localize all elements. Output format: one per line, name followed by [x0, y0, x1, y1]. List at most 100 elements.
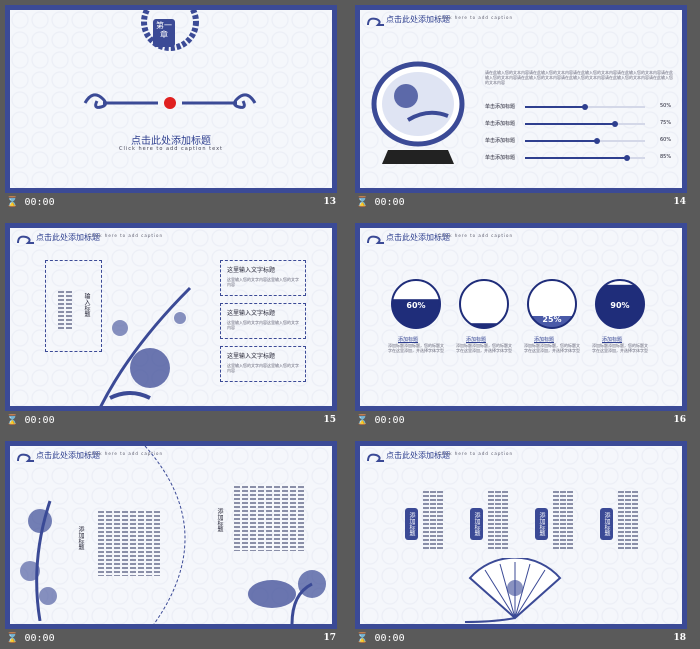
slide-thumbnail-18[interactable]: 点击此处添加标题 Click here to add caption 添加标题 添加… [350, 436, 692, 648]
slide-footer: ⌛ 00:00 13 [0, 195, 342, 212]
slide-thumbnail-14[interactable]: 点击此处添加标题 Click here to add caption 请在此输入您… [350, 0, 692, 212]
vertical-tag: 添加标题 [600, 508, 613, 540]
percentage-circle: 25% [527, 279, 577, 329]
slide-number: 17 [323, 633, 336, 643]
cloud-icon [367, 453, 384, 462]
transition-time: ⌛ 00:00 [356, 415, 405, 426]
slide-frame: 点击此处添加标题 Click here to add caption 添加标题 添… [5, 441, 337, 629]
cloud-icon [367, 235, 384, 244]
circle-text: 添加标题添加标题，您的标题文字在这里添加，并选择字体字型 [592, 343, 648, 353]
percentage-circle: 60% [391, 279, 441, 329]
dashed-text-box: 这里输入文字标题这里输入您的文字内容这里输入您的文字内容 [220, 346, 306, 382]
progress-fill [525, 140, 597, 142]
lotus-icon [248, 570, 326, 624]
slide-number: 15 [323, 415, 336, 425]
progress-label: 单击添加标题 [485, 138, 516, 144]
box-text: 这里输入您的文字内容这里输入您的文字内容 [227, 320, 299, 330]
progress-label: 单击添加标题 [485, 155, 516, 161]
transition-time: ⌛ 00:00 [6, 415, 55, 426]
circle-text: 添加标题添加标题，您的标题文字在这里添加，并选择字体字型 [456, 343, 512, 353]
circle-label: 添加标题 [534, 337, 555, 343]
slide-thumbnail-15[interactable]: 点击此处添加标题 Click here to add caption 输入标题 这… [0, 218, 342, 430]
text-column [625, 491, 631, 551]
text-column [567, 491, 573, 551]
slide-thumbnail-13[interactable]: 第一章 点击此处添加标题 Click here to add caption t… [0, 0, 342, 212]
box-title: 这里输入文字标题 [227, 353, 276, 360]
progress-track [525, 121, 645, 127]
text-column [632, 491, 638, 551]
circle-text: 添加标题添加标题，您的标题文字在这里添加，并选择字体字型 [524, 343, 580, 353]
circle-label: 添加标题 [398, 337, 419, 343]
text-column [553, 491, 559, 551]
transition-time: ⌛ 00:00 [356, 633, 405, 644]
slide-thumbnail-16[interactable]: 点击此处添加标题 Click here to add caption 60% 添加标… [350, 218, 692, 430]
cloud-ornament-icon [83, 93, 257, 109]
slide-number: 13 [323, 197, 336, 207]
percentage-circle: 10% [459, 279, 509, 329]
percent-text: 60% [406, 301, 425, 310]
progress-knob [624, 155, 630, 161]
progress-percent: 60% [660, 137, 672, 143]
transition-time: ⌛ 00:00 [356, 197, 405, 208]
text-column [618, 491, 624, 551]
transition-time: ⌛ 00:00 [6, 633, 55, 644]
transition-time: ⌛ 00:00 [6, 197, 55, 208]
progress-knob [594, 138, 600, 144]
circle-text: 添加标题添加标题，您的标题文字在这里添加，并选择字体字型 [388, 343, 444, 353]
circle-label: 添加标题 [602, 337, 623, 343]
slide-footer: ⌛ 00:00 16 [350, 413, 692, 430]
slide-footer: ⌛ 00:00 17 [0, 631, 342, 648]
section-label-a: 添加标题 [77, 526, 84, 550]
progress-percent: 75% [660, 120, 672, 126]
slide-frame: 第一章 点击此处添加标题 Click here to add caption t… [5, 5, 337, 193]
progress-knob [582, 104, 588, 110]
progress-track [525, 155, 645, 161]
chapter-badge: 第一章 [153, 19, 175, 47]
percent-text: 10% [474, 315, 493, 324]
box-title: 这里输入文字标题 [227, 310, 276, 317]
slide-subtitle: Click here to add caption text [119, 146, 223, 152]
slide-number: 18 [673, 633, 686, 643]
progress-percent: 85% [660, 154, 672, 160]
vertical-tag: 添加标题 [470, 508, 483, 540]
dashed-text-box: 这里输入文字标题这里输入您的文字内容这里输入您的文字内容 [220, 303, 306, 339]
percentage-circle: 90% [595, 279, 645, 329]
text-column [560, 491, 566, 551]
progress-fill [525, 123, 615, 125]
progress-fill [525, 157, 627, 159]
text-column [430, 491, 436, 551]
slide-frame: 点击此处添加标题 Click here to add caption 请在此输入您… [355, 5, 687, 193]
circle-label: 添加标题 [466, 337, 487, 343]
flower-branch-icon [99, 286, 192, 406]
text-column [495, 491, 501, 551]
text-column [423, 491, 429, 551]
slide-frame: 点击此处添加标题 Click here to add caption 添加标题 添加… [355, 441, 687, 629]
slide-number: 14 [673, 197, 686, 207]
progress-fill [525, 106, 585, 108]
slide-footer: ⌛ 00:00 14 [350, 195, 692, 212]
percent-text: 90% [610, 301, 629, 310]
slide-title: 点击此处添加标题 [131, 136, 211, 147]
box-text: 这里输入您的文字内容这里输入您的文字内容 [227, 277, 299, 287]
flower-icon [20, 500, 57, 621]
slide-footer: ⌛ 00:00 18 [350, 631, 692, 648]
cloud-icon [17, 453, 34, 462]
progress-track [525, 138, 645, 144]
box-title: 这里输入文字标题 [227, 267, 276, 274]
folding-fan-icon [464, 558, 562, 623]
section-label-b: 添加标题 [216, 508, 223, 532]
progress-percent: 50% [660, 103, 672, 109]
box-text: 这里输入您的文字内容这里输入您的文字内容 [227, 363, 299, 373]
slide-frame: 点击此处添加标题 Click here to add caption 输入标题 这… [5, 223, 337, 411]
text-column [437, 491, 443, 551]
cloud-icon [17, 235, 34, 244]
progress-label: 单击添加标题 [485, 121, 516, 127]
percent-text: 25% [542, 315, 561, 324]
slide-frame: 点击此处添加标题 Click here to add caption 60% 添加标… [355, 223, 687, 411]
dashed-arc-icon [144, 446, 186, 624]
slide-thumbnail-17[interactable]: 点击此处添加标题 Click here to add caption 添加标题 添… [0, 436, 342, 648]
text-column [488, 491, 494, 551]
porcelain-plate-icon [371, 61, 465, 164]
vertical-tag: 添加标题 [535, 508, 548, 540]
slide-number: 16 [673, 415, 686, 425]
